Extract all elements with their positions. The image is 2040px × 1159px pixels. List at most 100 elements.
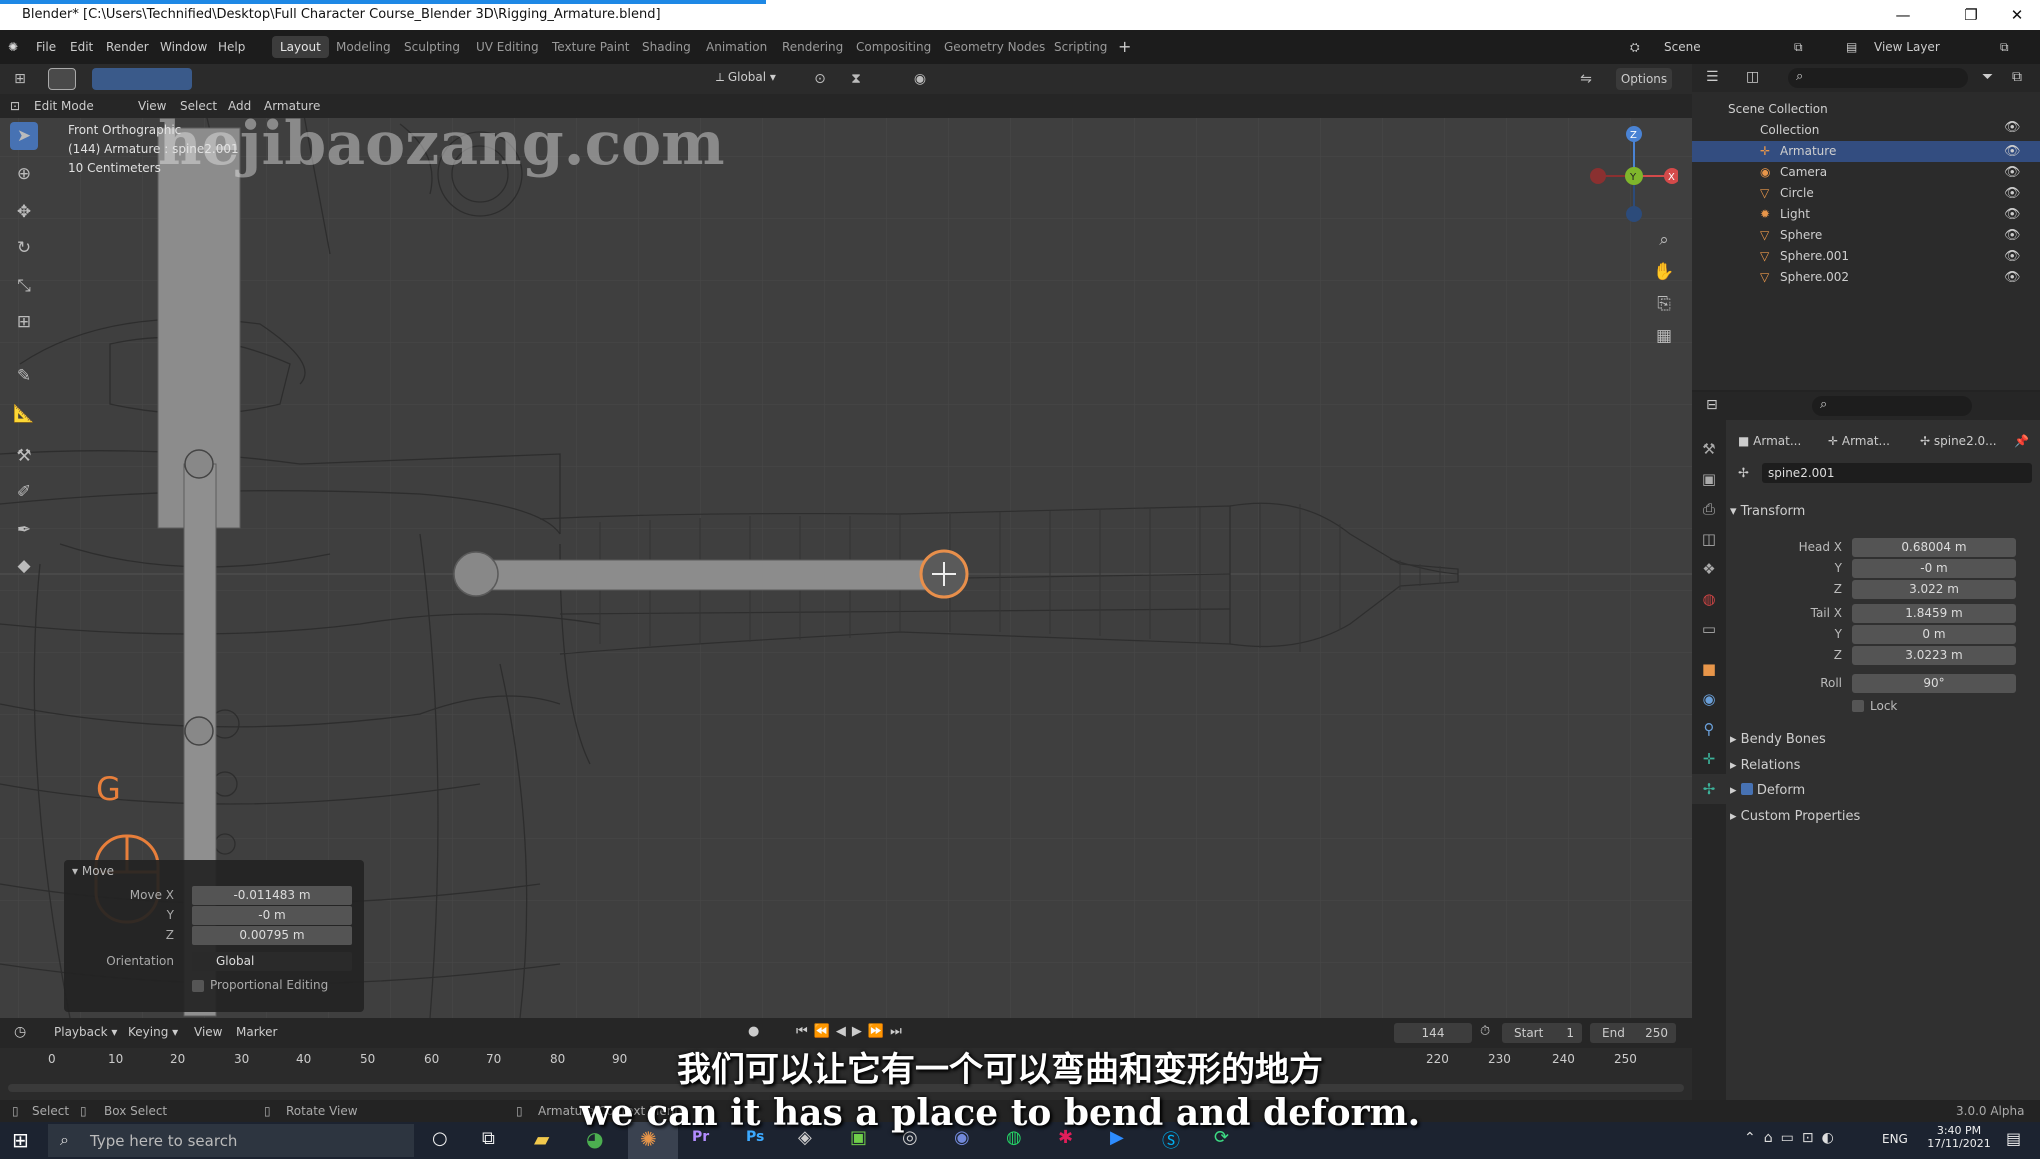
playback-controls-icon[interactable]: ⏮⏪◀▶⏩⏭ — [796, 1024, 908, 1039]
measure-tool-icon[interactable]: 📐 — [10, 400, 38, 428]
tab-rendering[interactable]: Rendering — [774, 36, 851, 58]
properties-editor-icon[interactable]: ⊟ — [1706, 397, 1718, 413]
physics-tab-icon[interactable]: ◉ — [1692, 684, 1726, 714]
rotate-tool-icon[interactable]: ↻ — [10, 234, 38, 262]
tail-z-field[interactable]: 3.0223 m — [1852, 646, 2016, 665]
deform-panel[interactable]: ▸ Deform — [1730, 783, 1805, 798]
restore-icon[interactable]: ❐ — [1948, 0, 1994, 30]
deform-checkbox[interactable] — [1740, 783, 1753, 795]
move-panel-title[interactable]: ▾ Move — [72, 864, 114, 878]
timeline-view-menu[interactable]: View — [194, 1025, 222, 1039]
pan-hand-icon[interactable]: ✋ — [1650, 258, 1678, 286]
proportional-edit-icon[interactable]: ◉ — [906, 65, 934, 93]
transform-panel-header[interactable]: ▾ Transform — [1730, 504, 1805, 519]
pin-icon[interactable]: 📌 — [2014, 434, 2029, 448]
keying-menu[interactable]: Keying ▾ — [128, 1025, 178, 1039]
display-mode-icon[interactable]: ◫ — [1746, 69, 1759, 85]
end-frame-field[interactable]: End 250 — [1590, 1023, 1676, 1043]
eye-icon[interactable]: 👁 — [2004, 165, 2021, 180]
tab-scripting[interactable]: Scripting — [1046, 36, 1115, 58]
menu-render[interactable]: Render — [106, 30, 149, 64]
eye-icon[interactable]: 👁 — [2004, 144, 2021, 159]
orientation-select[interactable]: Global — [192, 952, 352, 971]
menu-help[interactable]: Help — [218, 30, 245, 64]
bone-tab-icon[interactable]: ✢ — [1692, 774, 1726, 804]
tab-texture-paint[interactable]: Texture Paint — [544, 36, 637, 58]
outliner-editor-icon[interactable]: ☰ — [1706, 69, 1719, 85]
outliner-search-input[interactable] — [1788, 68, 1968, 88]
menu-file[interactable]: File — [36, 30, 56, 64]
select-tool-icon[interactable]: ➤ — [10, 122, 38, 150]
minimize-icon[interactable]: — — [1880, 0, 1926, 30]
editor-type-icon[interactable]: ⊞ — [6, 65, 34, 93]
orthographic-grid-icon[interactable]: ▦ — [1650, 322, 1678, 350]
view-layer-name[interactable]: View Layer — [1874, 30, 1940, 64]
head-z-field[interactable]: 3.022 m — [1852, 580, 2016, 599]
bone-extrude-icon[interactable]: ⚒ — [10, 442, 38, 470]
bone-name-field[interactable]: spine2.001 — [1762, 463, 2032, 483]
outliner-item-sphere[interactable]: Sphere — [1692, 225, 2040, 246]
scale-tool-icon[interactable]: ⤡ — [10, 272, 38, 300]
move-y-field[interactable]: -0 m — [192, 906, 352, 925]
copy-view-layer-icon[interactable]: ⧉ — [2000, 30, 2009, 64]
properties-search-input[interactable] — [1812, 396, 1972, 416]
record-icon[interactable]: ● — [748, 1024, 759, 1039]
current-frame-field[interactable]: 144 — [1394, 1023, 1472, 1043]
viewport-menu-armature[interactable]: Armature — [264, 94, 320, 118]
scene-name[interactable]: Scene — [1664, 30, 1701, 64]
outliner-item-light[interactable]: Light — [1692, 204, 2040, 225]
close-icon[interactable]: ✕ — [1994, 0, 2040, 30]
bendy-bones-panel[interactable]: ▸ Bendy Bones — [1730, 732, 1826, 747]
camera-view-icon[interactable]: ⎘ — [1650, 290, 1678, 318]
roll-tool-icon[interactable]: ◆ — [10, 552, 38, 580]
menu-edit[interactable]: Edit — [70, 30, 93, 64]
tab-animation[interactable]: Animation — [698, 36, 775, 58]
navigation-gizmo[interactable]: Z X Y — [1588, 118, 1678, 228]
new-collection-icon[interactable]: ⧉ — [2012, 69, 2022, 85]
roll-field[interactable]: 90° — [1852, 674, 2016, 693]
tool-tab-icon[interactable]: ⚒ — [1692, 434, 1726, 464]
options-button[interactable]: Options — [1616, 68, 1672, 90]
cursor-tool-icon[interactable]: ⊕ — [10, 160, 38, 188]
playback-menu[interactable]: Playback ▾ — [54, 1025, 117, 1039]
copy-scene-icon[interactable]: ⧉ — [1794, 30, 1803, 64]
armature-data-tab-icon[interactable]: ✛ — [1692, 744, 1726, 774]
language-indicator[interactable]: ENG — [1882, 1132, 1908, 1146]
mode-select[interactable]: Edit Mode — [34, 94, 94, 118]
tail-y-field[interactable]: 0 m — [1852, 625, 2016, 644]
tab-sculpting[interactable]: Sculpting — [396, 36, 468, 58]
move-redo-panel[interactable]: ▾ Move Move X -0.011483 m Y -0 m Z 0.007… — [64, 860, 364, 1012]
tab-uv-editing[interactable]: UV Editing — [468, 36, 547, 58]
bone-size-icon[interactable]: ✐ — [10, 478, 38, 506]
eye-icon[interactable]: 👁 — [2004, 249, 2021, 264]
pivot-icon[interactable]: ⊙ — [806, 65, 834, 93]
annotate-tool-icon[interactable]: ✎ — [10, 362, 38, 390]
start-frame-field[interactable]: Start 1 — [1502, 1023, 1582, 1043]
outliner-item-armature[interactable]: Armature — [1692, 141, 2040, 162]
timeline-editor-icon[interactable]: ◷ — [14, 1024, 26, 1040]
head-y-field[interactable]: -0 m — [1852, 559, 2016, 578]
3d-viewport[interactable]: Front Orthographic (144) Armature : spin… — [0, 64, 1692, 1018]
transform-tool-icon[interactable]: ⊞ — [10, 308, 38, 336]
relations-panel[interactable]: ▸ Relations — [1730, 758, 1800, 773]
viewport-menu-select[interactable]: Select — [180, 94, 217, 118]
transform-orientation[interactable]: ⟂ Global ▾ — [716, 70, 776, 85]
move-tool-icon[interactable]: ✥ — [10, 198, 38, 226]
viewport-menu-view[interactable]: View — [138, 94, 166, 118]
select-box-icon[interactable] — [48, 68, 76, 90]
outliner-item-camera[interactable]: Camera — [1692, 162, 2040, 183]
outliner-item-circle[interactable]: Circle — [1692, 183, 2040, 204]
marker-menu[interactable]: Marker — [236, 1025, 277, 1039]
select-mode-buttons[interactable] — [92, 68, 192, 90]
outliner-collection[interactable]: Collection — [1692, 120, 2040, 141]
view-layer-tab-icon[interactable]: ◫ — [1692, 524, 1726, 554]
world-tab-icon[interactable]: ◍ — [1692, 584, 1726, 614]
tab-modeling[interactable]: Modeling — [328, 36, 399, 58]
outliner-scene-collection[interactable]: Scene Collection — [1692, 99, 2040, 120]
tab-layout[interactable]: Layout — [272, 36, 329, 58]
menu-window[interactable]: Window — [160, 30, 207, 64]
constraints-tab-icon[interactable]: ⚲ — [1692, 714, 1726, 744]
head-x-field[interactable]: 0.68004 m — [1852, 538, 2016, 557]
eye-icon[interactable]: 👁 — [2004, 186, 2021, 201]
zoom-icon[interactable]: ⌕ — [1650, 226, 1678, 254]
